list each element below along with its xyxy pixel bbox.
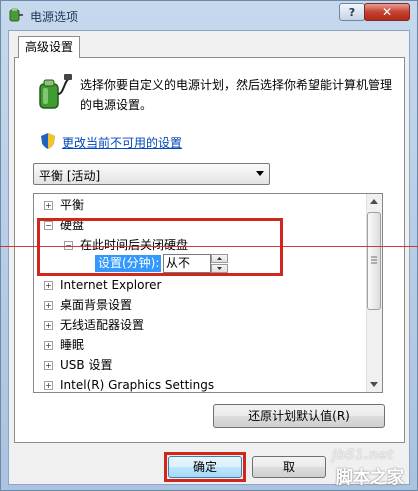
tree-item-label: 桌面背景设置 xyxy=(60,298,133,312)
plan-select-value: 平衡 [活动] xyxy=(39,169,101,183)
battery-plug-icon xyxy=(39,74,72,109)
description-text: 选择你要自定义的电源计划，然后选择你希望能计算机管理的电源设置。 xyxy=(80,78,393,112)
tree-item-label: Intel(R) Graphics Settings xyxy=(60,378,215,392)
annotation-guide-line xyxy=(0,246,418,247)
expand-icon[interactable]: + xyxy=(44,381,53,390)
tab-advanced-settings[interactable]: 高级设置 xyxy=(18,36,80,58)
cancel-button[interactable]: 取 xyxy=(252,456,326,478)
tree-item-label: 睡眠 xyxy=(60,338,85,352)
window-title: 电源选项 xyxy=(30,10,79,24)
expand-icon[interactable]: + xyxy=(44,341,53,350)
annotation-ok-box xyxy=(164,452,246,482)
tree-item-label: USB 设置 xyxy=(60,358,113,372)
expand-icon[interactable]: + xyxy=(44,281,53,290)
power-options-icon xyxy=(9,8,23,22)
shield-icon xyxy=(41,133,55,149)
expand-icon[interactable]: + xyxy=(44,361,53,370)
tree-item-label: Internet Explorer xyxy=(60,278,162,292)
annotation-highlight-box xyxy=(37,218,283,276)
expand-icon[interactable]: + xyxy=(44,321,53,330)
dropdown-arrow-icon[interactable] xyxy=(256,171,264,176)
help-button[interactable]: ? xyxy=(339,3,365,21)
tree-item-label: 无线适配器设置 xyxy=(60,318,145,332)
tree-item-label: 平衡 xyxy=(60,198,85,212)
expand-icon[interactable]: + xyxy=(44,301,53,310)
restore-defaults-button[interactable]: 还原计划默认值(R) xyxy=(213,404,385,428)
change-unavailable-settings-link[interactable]: 更改当前不可用的设置 xyxy=(62,134,182,151)
scroll-up-arrow-icon[interactable] xyxy=(367,195,381,209)
grip-icon xyxy=(371,256,377,264)
close-button[interactable]: ✕ xyxy=(364,3,410,21)
expand-icon[interactable]: + xyxy=(44,201,53,210)
scroll-down-arrow-icon[interactable] xyxy=(367,377,381,391)
watermark-name: 脚本之家 xyxy=(336,468,404,488)
watermark-site: jb51.net xyxy=(332,448,394,463)
